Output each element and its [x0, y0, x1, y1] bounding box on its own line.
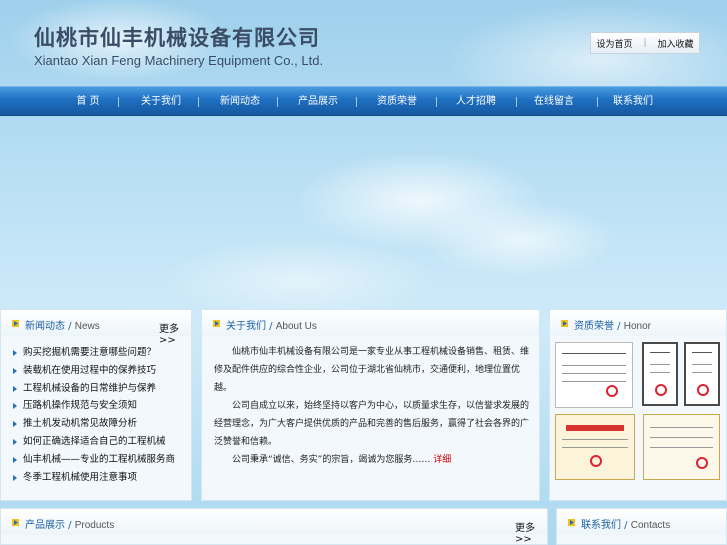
- contacts-panel-title: 联系我们 / Contacts: [581, 520, 671, 531]
- about-panel: 关于我们 / About Us 仙桃市仙丰机械设备有限公司是一家专业从事工程机械…: [201, 309, 540, 501]
- nav-item-products[interactable]: 产品展示: [288, 87, 348, 117]
- main-nav: 首 页 关于我们 新闻动态 产品展示 资质荣誉 人才招聘 在线留言 联系我们: [0, 86, 727, 116]
- add-favorite-link[interactable]: 加入收藏: [657, 37, 693, 50]
- nav-item-honor[interactable]: 资质荣誉: [367, 87, 427, 117]
- nav-item-message[interactable]: 在线留言: [524, 87, 584, 117]
- title-bullet-icon: [12, 320, 19, 327]
- nav-divider: [198, 97, 199, 107]
- products-panel-header: 产品展示 / Products 更多>>: [1, 509, 547, 545]
- list-item[interactable]: 推土机发动机常见故障分析: [13, 415, 175, 433]
- bullet-arrow-icon: [13, 367, 17, 374]
- title-bullet-icon: [12, 519, 19, 526]
- about-paragraph: 公司自成立以来，始终坚持以客户为中心，以质量求生存，以信誉求发展的经营理念，为广…: [214, 401, 530, 447]
- products-panel-title: 产品展示 / Products: [25, 520, 115, 531]
- certificate-image[interactable]: [555, 342, 633, 408]
- news-list: 购买挖掘机需要注意哪些问题？ 装载机在使用过程中的保养技巧 工程机械设备的日常维…: [13, 344, 175, 486]
- bullet-arrow-icon: [13, 350, 17, 356]
- contacts-panel-header: 联系我们 / Contacts: [557, 509, 726, 535]
- top-links: 设为首页 | 加入收藏: [590, 32, 700, 54]
- bullet-arrow-icon: [13, 385, 17, 392]
- bullet-arrow-icon: [13, 438, 17, 445]
- about-paragraph: 仙桃市仙丰机械设备有限公司是一家专业从事工程机械设备销售、租赁、维修及配件供应的…: [214, 347, 530, 393]
- news-panel-header: 新闻动态 / News 更多>>: [1, 310, 191, 346]
- nav-item-jobs[interactable]: 人才招聘: [446, 87, 506, 117]
- products-panel: 产品展示 / Products 更多>>: [0, 508, 548, 545]
- bullet-arrow-icon: [13, 456, 17, 463]
- title-bullet-icon: [561, 320, 568, 327]
- bullet-arrow-icon: [13, 474, 17, 481]
- nav-item-about[interactable]: 关于我们: [131, 87, 191, 117]
- news-more-link[interactable]: 更多>>: [159, 320, 191, 346]
- title-bullet-icon: [568, 519, 575, 526]
- honor-panel: 资质荣誉 / Honor: [549, 309, 727, 501]
- nav-divider: [436, 97, 437, 107]
- about-tail: 公司秉承“诚信、务实”的宗旨，竭诚为您服务…… 详细: [232, 455, 452, 465]
- about-readmore-link[interactable]: 详细: [433, 455, 451, 465]
- contacts-panel: 联系我们 / Contacts: [556, 508, 727, 545]
- news-panel-title: 新闻动态 / News: [25, 321, 100, 332]
- nav-item-home[interactable]: 首 页: [58, 87, 118, 117]
- list-item[interactable]: 工程机械设备的日常维护与保养: [13, 380, 175, 398]
- nav-divider: [516, 97, 517, 107]
- list-item[interactable]: 压路机操作规范与安全须知: [13, 397, 175, 415]
- company-name-en: Xiantao Xian Feng Machinery Equipment Co…: [34, 53, 324, 68]
- nav-item-news[interactable]: 新闻动态: [210, 87, 270, 117]
- list-item[interactable]: 如何正确选择适合自己的工程机械: [13, 433, 175, 451]
- list-item[interactable]: 购买挖掘机需要注意哪些问题？: [13, 344, 175, 362]
- company-name-cn[interactable]: 仙桃市仙丰机械设备有限公司: [34, 22, 320, 52]
- header: 仙桃市仙丰机械设备有限公司 Xiantao Xian Feng Machiner…: [0, 0, 727, 86]
- list-item[interactable]: 冬季工程机械使用注意事项: [13, 469, 175, 487]
- nav-divider: [118, 97, 119, 107]
- bullet-arrow-icon: [13, 403, 17, 410]
- products-more-link[interactable]: 更多>>: [515, 519, 547, 545]
- news-panel: 新闻动态 / News 更多>> 购买挖掘机需要注意哪些问题？ 装载机在使用过程…: [0, 309, 192, 501]
- nav-divider: [597, 97, 598, 107]
- certificate-image[interactable]: [684, 342, 720, 406]
- title-bullet-icon: [213, 320, 220, 327]
- about-panel-header: 关于我们 / About Us: [202, 310, 539, 336]
- certificate-image[interactable]: [642, 342, 678, 406]
- list-item[interactable]: 装载机在使用过程中的保养技巧: [13, 362, 175, 380]
- certificate-image[interactable]: [643, 414, 720, 480]
- honor-panel-header: 资质荣誉 / Honor: [550, 310, 726, 336]
- bullet-arrow-icon: [13, 421, 17, 428]
- nav-divider: [277, 97, 278, 107]
- honor-panel-title: 资质荣誉 / Honor: [574, 321, 651, 332]
- nav-item-contact[interactable]: 联系我们: [603, 87, 663, 117]
- set-homepage-link[interactable]: 设为首页: [596, 37, 632, 50]
- about-panel-title: 关于我们 / About Us: [226, 321, 317, 332]
- top-links-divider: |: [643, 38, 647, 48]
- list-item[interactable]: 仙丰机械——专业的工程机械服务商: [13, 451, 175, 469]
- nav-divider: [356, 97, 357, 107]
- about-text: 仙桃市仙丰机械设备有限公司是一家专业从事工程机械设备销售、租赁、维修及配件供应的…: [214, 343, 532, 469]
- certificate-image[interactable]: [555, 414, 635, 480]
